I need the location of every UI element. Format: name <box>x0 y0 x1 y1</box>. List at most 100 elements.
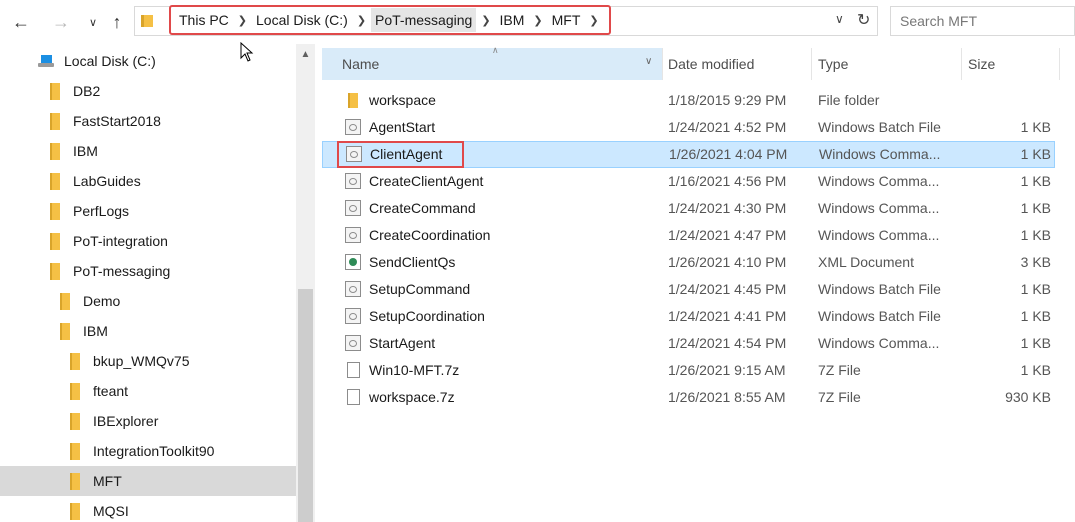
column-header-date[interactable]: Date modified <box>668 48 754 80</box>
table-row[interactable]: workspace 1/18/2015 9:29 PM File folder <box>322 87 1055 114</box>
file-size: 1 KB <box>1020 200 1051 216</box>
chevron-down-icon[interactable]: ∨ <box>645 56 652 67</box>
nav-item-mqsi[interactable]: MQSI <box>0 496 296 522</box>
folder-icon <box>70 442 80 460</box>
nav-item-bkup-wmqv75[interactable]: bkup_WMQv75 <box>0 346 296 376</box>
file-date: 1/26/2021 4:10 PM <box>668 254 787 270</box>
folder-icon <box>70 502 80 520</box>
file-size: 1 KB <box>1020 308 1051 324</box>
breadcrumb: This PC ❯ Local Disk (C:) ❯ PoT-messagin… <box>169 5 611 35</box>
refresh-icon[interactable]: ↻ <box>857 10 870 30</box>
scroll-up-icon[interactable]: ▲ <box>296 49 315 60</box>
folder-icon <box>50 82 60 100</box>
chevron-right-icon[interactable]: ❯ <box>481 14 490 27</box>
search-input[interactable]: Search MFT <box>890 6 1075 36</box>
forward-arrow-icon[interactable]: → <box>48 8 74 36</box>
nav-item-label: PoT-integration <box>73 233 168 249</box>
file-icon <box>347 389 360 405</box>
nav-item-integrationtoolkit90[interactable]: IntegrationToolkit90 <box>0 436 296 466</box>
nav-item-ibm[interactable]: IBM <box>0 136 296 166</box>
table-row[interactable]: SendClientQs 1/26/2021 4:10 PM XML Docum… <box>322 249 1055 276</box>
file-icon <box>347 362 360 378</box>
column-header-name-label: Name <box>342 56 380 72</box>
file-size: 1 KB <box>1020 335 1051 351</box>
navigation-scrollbar[interactable]: ▲ <box>296 44 315 522</box>
nav-item-demo[interactable]: Demo <box>0 286 296 316</box>
file-type: Windows Batch File <box>818 281 941 297</box>
drive-icon <box>38 54 54 68</box>
breadcrumb-item-local-disk[interactable]: Local Disk (C:) <box>256 12 348 28</box>
folder-icon <box>348 93 358 108</box>
file-name: CreateClientAgent <box>369 173 484 189</box>
file-name: Win10-MFT.7z <box>369 362 460 378</box>
nav-item-pot-messaging[interactable]: PoT-messaging <box>0 256 296 286</box>
chevron-down-icon[interactable]: ∨ <box>835 12 844 26</box>
nav-item-label: PoT-messaging <box>73 263 171 279</box>
breadcrumb-item-this-pc[interactable]: This PC <box>179 12 229 28</box>
back-arrow-icon[interactable]: ← <box>8 8 34 36</box>
nav-item-label: IBM <box>73 143 98 159</box>
column-header-name[interactable]: ∧ Name ∨ <box>322 45 662 80</box>
nav-item-db2[interactable]: DB2 <box>0 76 296 106</box>
breadcrumb-item-mft[interactable]: MFT <box>552 12 581 28</box>
table-row[interactable]: SetupCommand 1/24/2021 4:45 PM Windows B… <box>322 276 1055 303</box>
column-header-size[interactable]: Size <box>968 48 995 80</box>
file-date: 1/24/2021 4:52 PM <box>668 119 787 135</box>
table-row[interactable]: CreateCoordination 1/24/2021 4:47 PM Win… <box>322 222 1055 249</box>
table-row[interactable]: CreateClientAgent 1/16/2021 4:56 PM Wind… <box>322 168 1055 195</box>
batch-file-icon <box>345 308 361 324</box>
file-type: Windows Comma... <box>818 227 940 243</box>
nav-item-faststart2018[interactable]: FastStart2018 <box>0 106 296 136</box>
file-date: 1/24/2021 4:30 PM <box>668 200 787 216</box>
folder-icon <box>141 15 153 27</box>
breadcrumb-item-pot-messaging[interactable]: PoT-messaging <box>371 8 477 32</box>
table-row[interactable]: AgentStart 1/24/2021 4:52 PM Windows Bat… <box>322 114 1055 141</box>
file-name: workspace <box>369 92 436 108</box>
nav-item-ibm-sub[interactable]: IBM <box>0 316 296 346</box>
nav-item-pot-integration[interactable]: PoT-integration <box>0 226 296 256</box>
file-name: StartAgent <box>369 335 436 351</box>
nav-item-label: fteant <box>93 383 129 399</box>
table-row[interactable]: StartAgent 1/24/2021 4:54 PM Windows Com… <box>322 330 1055 357</box>
breadcrumb-item-ibm[interactable]: IBM <box>500 12 525 28</box>
file-date: 1/26/2021 8:55 AM <box>668 389 786 405</box>
file-name: AgentStart <box>369 119 436 135</box>
chevron-right-icon[interactable]: ❯ <box>238 14 247 27</box>
table-row[interactable]: CreateCommand 1/24/2021 4:30 PM Windows … <box>322 195 1055 222</box>
file-name: CreateCoordination <box>369 227 491 243</box>
batch-file-icon <box>345 173 361 189</box>
nav-item-label: Local Disk (C:) <box>64 53 156 69</box>
chevron-right-icon[interactable]: ❯ <box>357 14 366 27</box>
folder-icon <box>50 112 60 130</box>
table-row[interactable]: SetupCoordination 1/24/2021 4:41 PM Wind… <box>322 303 1055 330</box>
up-arrow-icon[interactable]: ↑ <box>104 8 130 36</box>
column-header-type[interactable]: Type <box>818 48 848 80</box>
scrollbar-thumb[interactable] <box>298 289 313 522</box>
table-row[interactable]: workspace.7z 1/26/2021 8:55 AM 7Z File 9… <box>322 384 1055 411</box>
address-bar[interactable]: This PC ❯ Local Disk (C:) ❯ PoT-messagin… <box>134 5 878 36</box>
file-name: SetupCoordination <box>369 308 485 324</box>
file-type: XML Document <box>818 254 914 270</box>
chevron-right-icon[interactable]: ❯ <box>533 14 542 27</box>
recent-locations-chevron-icon[interactable]: ∨ <box>80 8 106 36</box>
folder-icon <box>50 202 60 220</box>
nav-item-mft[interactable]: MFT <box>0 466 296 496</box>
file-type: 7Z File <box>818 362 861 378</box>
toolbar: ← → ∨ ↑ This PC ❯ Local Disk (C:) ❯ PoT-… <box>0 0 1075 44</box>
table-row-selected[interactable]: ClientAgent 1/26/2021 4:04 PM Windows Co… <box>322 141 1055 168</box>
mouse-cursor-icon <box>240 42 254 62</box>
nav-item-perflogs[interactable]: PerfLogs <box>0 196 296 226</box>
search-placeholder: Search MFT <box>900 13 978 29</box>
file-type: 7Z File <box>818 389 861 405</box>
file-list: ∧ Name ∨ Date modified Type Size workspa… <box>322 44 1075 522</box>
nav-item-label: IBM <box>83 323 108 339</box>
batch-file-icon <box>345 119 361 135</box>
chevron-right-icon[interactable]: ❯ <box>589 14 598 27</box>
nav-item-label: IBExplorer <box>93 413 159 429</box>
nav-item-ibexplorer[interactable]: IBExplorer <box>0 406 296 436</box>
folder-icon <box>60 292 70 310</box>
nav-item-labguides[interactable]: LabGuides <box>0 166 296 196</box>
nav-item-fteant[interactable]: fteant <box>0 376 296 406</box>
file-type: Windows Comma... <box>819 146 941 162</box>
table-row[interactable]: Win10-MFT.7z 1/26/2021 9:15 AM 7Z File 1… <box>322 357 1055 384</box>
